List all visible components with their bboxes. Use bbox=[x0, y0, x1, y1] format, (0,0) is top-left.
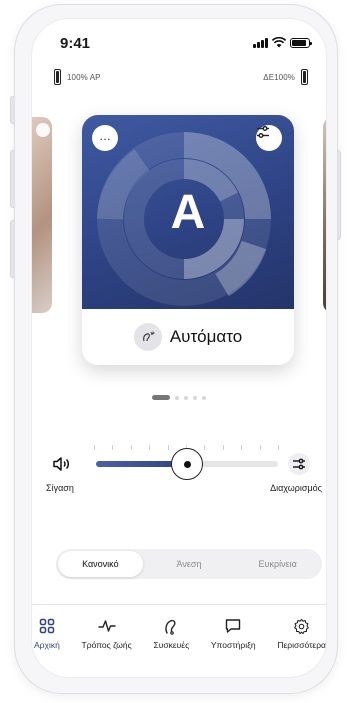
previous-program-card[interactable] bbox=[32, 117, 52, 313]
program-letter: A bbox=[170, 186, 206, 239]
volume-tick bbox=[222, 445, 224, 450]
page-dot bbox=[202, 395, 206, 400]
sound-mode-segmented-control: Κανονικό Άνεση Ευκρίνεια bbox=[56, 549, 322, 579]
nav-label-devices: Συσκευές bbox=[153, 640, 190, 650]
wifi-icon bbox=[272, 37, 286, 48]
previous-card-button bbox=[36, 123, 50, 137]
volume-tick bbox=[130, 445, 132, 450]
auto-sound-icon bbox=[142, 331, 155, 342]
right-battery-icon bbox=[301, 69, 308, 85]
left-battery-icon bbox=[54, 69, 61, 85]
carousel-page-indicator bbox=[152, 395, 206, 400]
bottom-navigation: Αρχική Τρόπος ζωής Συσκευές Υποστήριξη Π… bbox=[32, 604, 326, 664]
page-dot bbox=[193, 395, 197, 400]
sliders-icon bbox=[257, 126, 269, 138]
volume-tick bbox=[278, 445, 279, 450]
nav-label-home: Αρχική bbox=[34, 640, 60, 650]
nav-item-lifestyle[interactable]: Τρόπος ζωής bbox=[82, 605, 132, 664]
left-aid-battery: 100% AP bbox=[54, 69, 101, 85]
more-icon: … bbox=[99, 128, 111, 143]
next-program-card[interactable] bbox=[323, 117, 326, 313]
grid-icon bbox=[36, 615, 58, 637]
volume-tick bbox=[259, 445, 261, 450]
volume-tick bbox=[149, 445, 151, 450]
right-aid-battery: ΔE100% bbox=[263, 69, 308, 85]
gear-icon bbox=[291, 615, 313, 637]
nav-label-more: Περισσότερα bbox=[277, 640, 326, 650]
app-screen: 9:41 100% AP ΔE100% A … Αυτόματο Σίγαση … bbox=[31, 18, 327, 678]
split-volume-button[interactable] bbox=[288, 453, 310, 475]
nav-item-support[interactable]: Υποστήριξη bbox=[211, 605, 256, 664]
activity-icon bbox=[96, 615, 118, 637]
status-bar: 9:41 bbox=[32, 19, 326, 65]
mute-button[interactable] bbox=[50, 453, 72, 475]
volume-tick bbox=[241, 445, 243, 450]
segment-comfort[interactable]: Άνεση bbox=[147, 551, 232, 577]
nav-item-home[interactable]: Αρχική bbox=[34, 605, 60, 664]
status-time: 9:41 bbox=[60, 35, 91, 52]
battery-icon bbox=[290, 37, 312, 48]
program-footer: Αυτόματο bbox=[82, 309, 294, 365]
volume-tick bbox=[204, 445, 206, 450]
program-name: Αυτόματο bbox=[169, 327, 243, 346]
hearing-aid-icon bbox=[160, 615, 182, 637]
nav-item-more[interactable]: Περισσότερα bbox=[277, 605, 326, 664]
page-dot-active bbox=[152, 395, 170, 400]
page-dot bbox=[184, 395, 188, 400]
program-settings-button[interactable] bbox=[256, 125, 282, 151]
chat-icon bbox=[222, 615, 244, 637]
split-sliders-icon bbox=[293, 458, 305, 470]
signal-icon bbox=[253, 37, 268, 48]
program-artwork: A … bbox=[82, 115, 294, 309]
split-label: Διαχωρισμός bbox=[270, 483, 322, 493]
right-battery-label: ΔE100% bbox=[263, 72, 295, 82]
page-dot bbox=[175, 395, 179, 400]
volume-tick bbox=[112, 445, 114, 450]
speaker-icon bbox=[53, 457, 69, 471]
status-icons bbox=[253, 37, 312, 48]
volume-tick bbox=[167, 445, 169, 450]
nav-label-support: Υποστήριξη bbox=[210, 640, 256, 650]
program-type-icon bbox=[133, 323, 162, 351]
volume-slider[interactable] bbox=[96, 448, 278, 480]
segment-normal[interactable]: Κανονικό bbox=[58, 551, 143, 577]
volume-tick bbox=[94, 445, 95, 450]
more-options-button[interactable]: … bbox=[92, 125, 118, 151]
mute-label: Σίγαση bbox=[46, 483, 74, 493]
program-card[interactable]: A … Αυτόματο bbox=[82, 115, 294, 365]
nav-item-devices[interactable]: Συσκευές bbox=[153, 605, 189, 664]
left-battery-label: 100% AP bbox=[67, 72, 101, 82]
nav-label-lifestyle: Τρόπος ζωής bbox=[81, 640, 132, 650]
segment-clarity[interactable]: Ευκρίνεια bbox=[235, 551, 320, 577]
volume-slider-handle[interactable] bbox=[171, 448, 203, 480]
